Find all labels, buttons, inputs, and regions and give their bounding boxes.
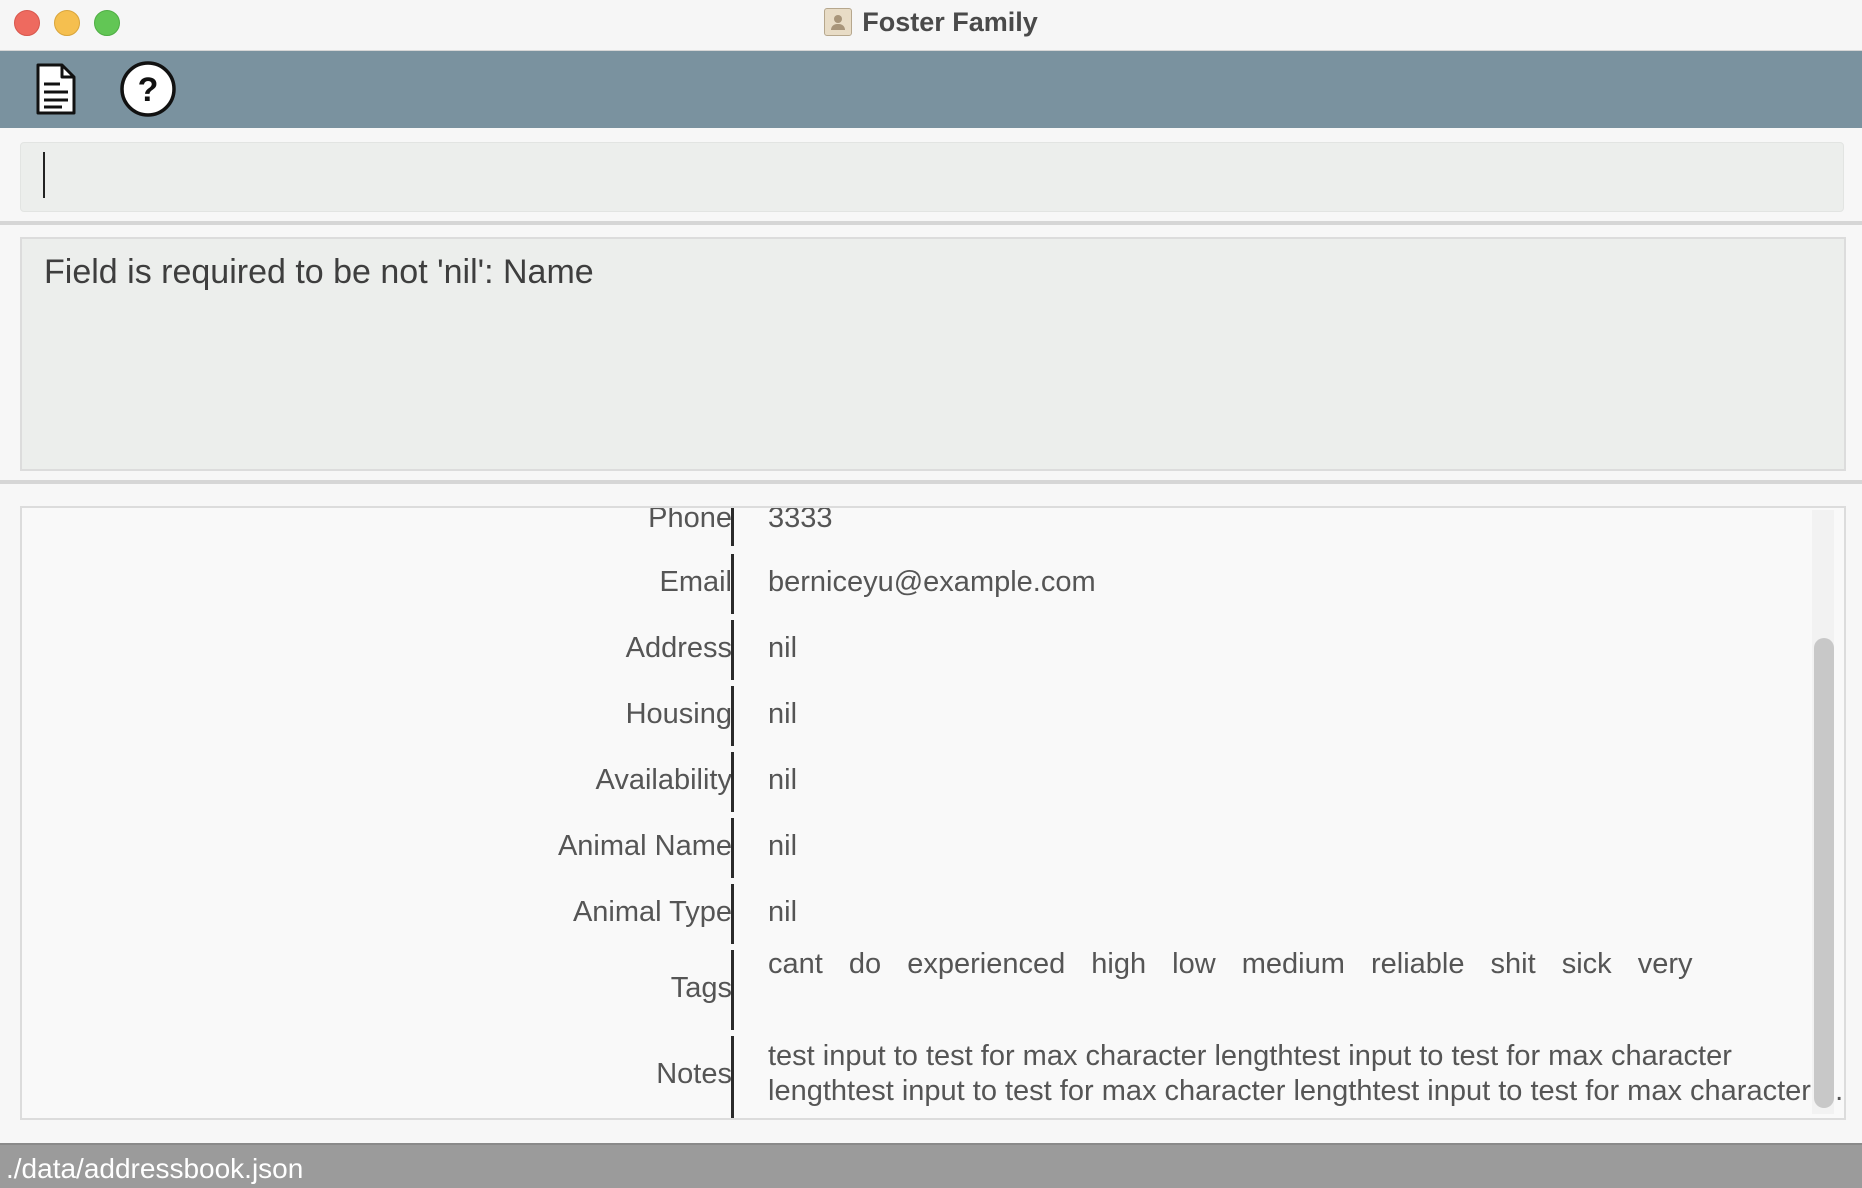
tag: very [1637, 948, 1693, 980]
detail-row-phone: Phone 3333 [22, 508, 1812, 558]
phone-value: 3333 [768, 506, 833, 534]
tag: reliable [1370, 948, 1465, 980]
row-divider [731, 752, 734, 812]
housing-label: Housing [625, 698, 732, 730]
detail-row-email: Email berniceyu@example.com [22, 554, 1812, 614]
command-input[interactable] [20, 142, 1844, 212]
housing-value: nil [768, 698, 798, 730]
person-detail-area: Phone 3333 Email berniceyu@example.com A… [0, 484, 1862, 1144]
tags-list: cant do experienced high low medium reli… [768, 948, 1711, 981]
help-button[interactable]: ? [118, 59, 178, 119]
row-divider [731, 686, 734, 746]
detail-row-housing: Housing nil [22, 686, 1812, 746]
phone-label: Phone [648, 506, 732, 534]
detail-row-tags: Tags cant do experienced high low medium… [22, 948, 1812, 1030]
data-file-path: ./data/addressbook.json [6, 1153, 304, 1184]
address-value: nil [768, 632, 798, 664]
row-divider [731, 554, 734, 614]
notes-label: Notes [656, 1058, 732, 1090]
tag: cant [768, 948, 823, 980]
window-title: Foster Family [862, 6, 1038, 37]
svg-text:?: ? [138, 71, 159, 109]
status-bar: ./data/addressbook.json [0, 1143, 1862, 1188]
animal-name-value: nil [768, 830, 798, 862]
row-divider [731, 884, 734, 944]
availability-value: nil [768, 764, 798, 796]
animal-type-value: nil [768, 896, 798, 928]
row-divider [731, 508, 734, 546]
row-divider [731, 818, 734, 878]
notes-line: test input to test for max character len… [768, 1040, 1732, 1072]
tag: low [1172, 948, 1216, 980]
tags-label: Tags [670, 972, 732, 1004]
detail-row-animal-type: Animal Type nil [22, 884, 1812, 944]
title-bar: Foster Family [0, 0, 1862, 51]
email-value: berniceyu@example.com [768, 566, 1096, 598]
notes-value: test input to test for max character len… [768, 1039, 1844, 1109]
animal-type-label: Animal Type [572, 896, 732, 928]
scrollbar-thumb[interactable] [1814, 638, 1834, 1108]
tag: do [848, 948, 882, 980]
notes-line: lengthtest input to test for max charact… [768, 1075, 1844, 1107]
result-display: Field is required to be not 'nil': Name [20, 237, 1846, 471]
email-label: Email [659, 566, 732, 598]
detail-row-availability: Availability nil [22, 752, 1812, 812]
animal-name-label: Animal Name [557, 830, 732, 862]
row-divider [731, 950, 734, 1030]
title-container: Foster Family [0, 0, 1862, 44]
detail-row-animal-name: Animal Name nil [22, 818, 1812, 878]
tag: experienced [907, 948, 1066, 980]
person-detail-panel[interactable]: Phone 3333 Email berniceyu@example.com A… [20, 506, 1846, 1120]
tag: high [1091, 948, 1147, 980]
tag: medium [1241, 948, 1345, 980]
row-divider [731, 620, 734, 680]
help-circle-icon: ? [120, 61, 176, 117]
result-display-area: Field is required to be not 'nil': Name [0, 225, 1862, 482]
tag: shit [1490, 948, 1536, 980]
app-window: Foster Family ? Field is required to be … [0, 0, 1862, 1188]
row-divider [731, 1036, 734, 1118]
tag: sick [1561, 948, 1612, 980]
detail-row-address: Address nil [22, 620, 1812, 680]
result-message: Field is required to be not 'nil': Name [44, 253, 594, 291]
file-menu-button[interactable] [26, 59, 86, 119]
address-book-icon [824, 8, 853, 36]
address-label: Address [625, 632, 732, 664]
toolbar: ? [0, 51, 1862, 128]
text-cursor [43, 152, 45, 198]
detail-row-notes: Notes test input to test for max charact… [22, 1036, 1843, 1118]
document-icon [36, 63, 76, 115]
availability-label: Availability [595, 764, 732, 796]
command-box-area [0, 128, 1862, 224]
